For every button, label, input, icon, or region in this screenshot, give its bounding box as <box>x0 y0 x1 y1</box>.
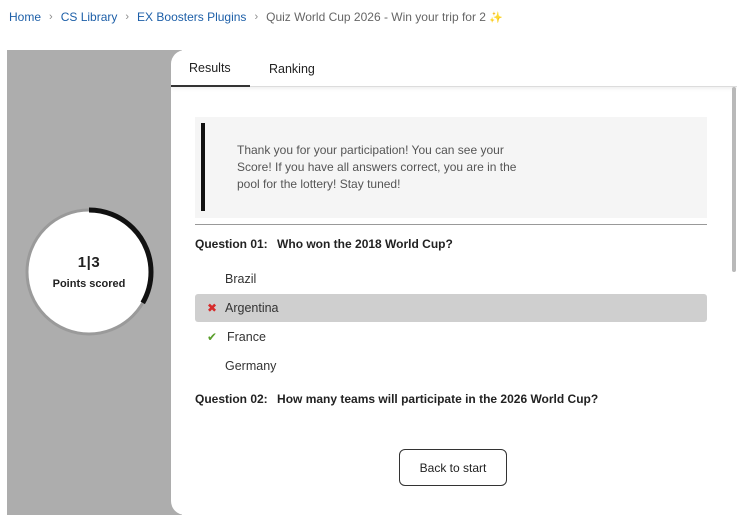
score-ring: 1|3 Points scored <box>24 207 154 337</box>
score-value: 1|3 <box>77 254 101 271</box>
question-text: Who won the 2018 World Cup? <box>277 237 453 251</box>
tab-ranking[interactable]: Ranking <box>250 50 333 87</box>
answer-option-correct[interactable]: ✔ France <box>195 323 707 351</box>
question-text: How many teams will participate in the 2… <box>277 392 599 406</box>
sparkles-icon: ✨ <box>488 11 503 24</box>
participation-notice: Thank you for your participation! You ca… <box>195 117 707 218</box>
cross-icon: ✖ <box>207 301 218 315</box>
answer-label: Argentina <box>225 301 279 315</box>
scrollbar-thumb[interactable] <box>732 87 736 272</box>
breadcrumb-current-page: Quiz World Cup 2026 - Win your trip for … <box>266 10 486 24</box>
score-text: 1|3 Points scored <box>24 207 154 337</box>
back-to-start-button[interactable]: Back to start <box>399 449 507 486</box>
chevron-right-icon: › <box>254 11 259 23</box>
breadcrumb: Home › CS Library › EX Boosters Plugins … <box>9 9 503 25</box>
breadcrumb-ex-boosters-link[interactable]: EX Boosters Plugins <box>137 10 246 24</box>
notice-accent-bar <box>201 123 205 211</box>
chevron-right-icon: › <box>49 11 53 23</box>
answer-option-selected-wrong[interactable]: ✖ Argentina <box>195 294 707 322</box>
answer-option[interactable]: Brazil <box>195 265 707 293</box>
answer-option[interactable]: Germany <box>195 352 707 380</box>
question-1: Question 01: Who won the 2018 World Cup? <box>195 237 453 251</box>
question-number: Question 01: <box>195 237 268 251</box>
score-label: Points scored <box>52 278 126 290</box>
notice-text: Thank you for your participation! You ca… <box>237 143 517 191</box>
answer-label: Brazil <box>225 272 257 286</box>
answer-label: France <box>227 330 266 344</box>
tab-bar: Results Ranking <box>171 50 737 87</box>
breadcrumb-cs-library-link[interactable]: CS Library <box>61 10 118 24</box>
divider <box>195 224 707 225</box>
chevron-right-icon: › <box>125 11 130 23</box>
checkmark-icon: ✔ <box>207 330 218 344</box>
question-number: Question 02: <box>195 392 268 406</box>
score-panel: 1|3 Points scored <box>7 50 182 515</box>
answer-label: Germany <box>225 359 277 373</box>
breadcrumb-home-link[interactable]: Home <box>9 10 41 24</box>
tab-results[interactable]: Results <box>171 50 250 87</box>
question-2: Question 02: How many teams will partici… <box>195 392 598 406</box>
